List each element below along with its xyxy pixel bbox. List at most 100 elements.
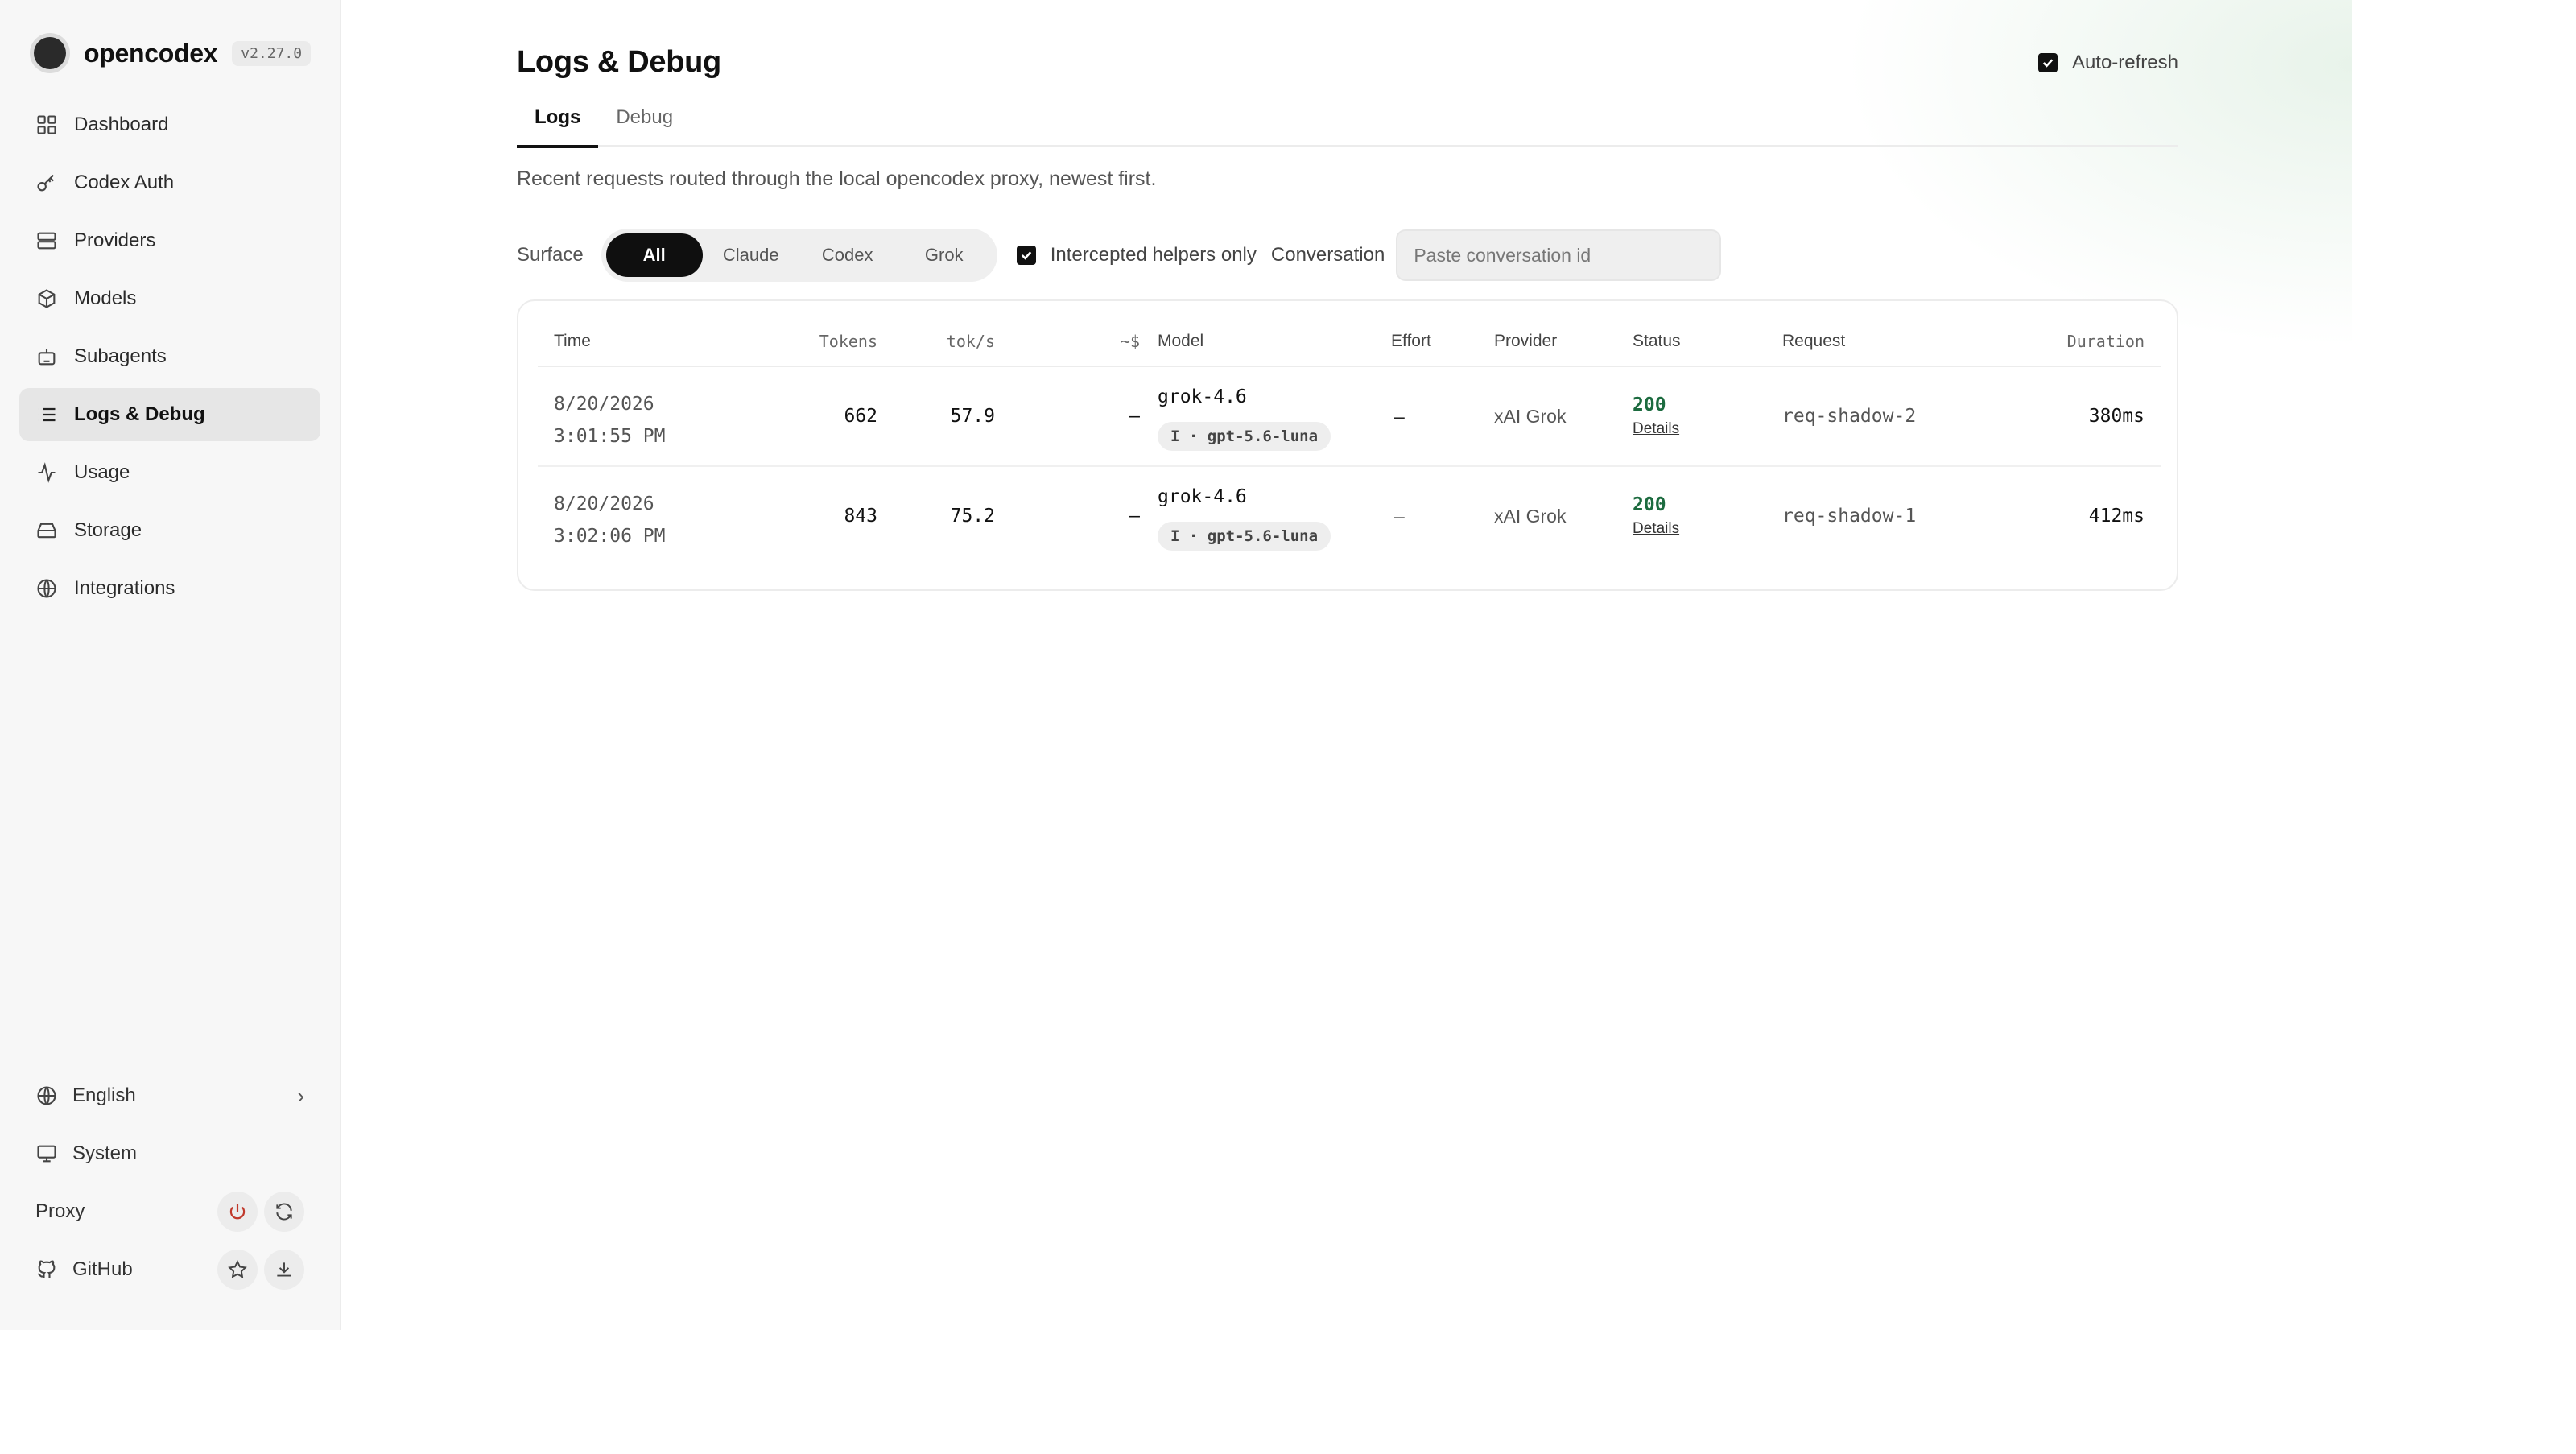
auto-refresh-toggle[interactable]: Auto-refresh [2037, 52, 2178, 74]
intercepted-helpers-label: Intercepted helpers only [1050, 244, 1257, 266]
column-header-provider: Provider [1494, 332, 1558, 350]
intercepted-helpers-checkbox[interactable] [1016, 246, 1036, 265]
filter-bar: Surface All Claude Codex Grok Intercepte… [517, 229, 1722, 282]
app-window: opencodex v2.27.0 Dashboard Codex Auth P… [0, 0, 2352, 1330]
download-button[interactable] [264, 1250, 304, 1290]
language-selector[interactable]: English › [19, 1069, 320, 1122]
cube-icon [35, 287, 58, 310]
sidebar-item-logs-debug[interactable]: Logs & Debug [19, 388, 320, 441]
effort-cell: – [1394, 406, 1405, 427]
bot-icon [35, 345, 58, 368]
time-date: 8/20/2026 [554, 494, 654, 514]
cost-cell: — [1129, 506, 1140, 527]
surface-option-claude[interactable]: Claude [703, 233, 799, 277]
surface-option-grok[interactable]: Grok [896, 233, 993, 277]
model-tag-badge: I · gpt-5.6-luna [1158, 522, 1331, 551]
activity-icon [35, 461, 58, 484]
globe-icon [35, 1084, 58, 1107]
brand-name: opencodex [84, 38, 218, 68]
table-header: Time Tokens tok/s ~$ Model Effort Provid… [538, 311, 2161, 367]
time-date: 8/20/2026 [554, 394, 654, 415]
sidebar-item-label: Models [74, 287, 137, 309]
model-tag-badge: I · gpt-5.6-luna [1158, 422, 1331, 451]
sidebar-item-models[interactable]: Models [19, 272, 320, 325]
sidebar-item-label: Codex Auth [74, 171, 175, 193]
check-icon [1021, 251, 1031, 260]
time-clock: 3:01:55 PM [554, 426, 666, 447]
main-content: Logs & Debug Auto-refresh Logs Debug Rec… [341, 0, 2352, 1330]
conversation-label: Conversation [1270, 244, 1385, 266]
refresh-icon [276, 1203, 292, 1221]
brand[interactable]: opencodex v2.27.0 [34, 35, 312, 71]
surface-segmented-control: All Claude Codex Grok [601, 229, 997, 282]
duration-cell: 412ms [2088, 506, 2145, 527]
monitor-icon [35, 1142, 58, 1165]
column-header-time: Time [554, 332, 591, 350]
status-code: 200 [1633, 394, 1666, 415]
sidebar-item-codex-auth[interactable]: Codex Auth [19, 156, 320, 209]
sidebar-item-providers[interactable]: Providers [19, 214, 320, 267]
conversation-id-input[interactable] [1396, 229, 1722, 281]
sidebar-item-label: Usage [74, 461, 130, 483]
tab-debug[interactable]: Debug [598, 100, 691, 147]
language-label: English [72, 1084, 136, 1106]
sidebar-item-subagents[interactable]: Subagents [19, 330, 320, 383]
storage-icon [35, 519, 58, 542]
column-header-request: Request [1782, 332, 1846, 350]
time-cell: 8/20/2026 3:01:55 PM [554, 388, 665, 452]
provider-cell: xAI Grok [1494, 406, 1567, 427]
proxy-restart-button[interactable] [264, 1192, 304, 1232]
details-link[interactable]: Details [1633, 420, 1679, 438]
surface-option-codex[interactable]: Codex [799, 233, 896, 277]
sidebar-item-storage[interactable]: Storage [19, 504, 320, 557]
request-id-cell: req-shadow-1 [1782, 506, 1917, 527]
sidebar-item-label: Dashboard [74, 114, 169, 135]
theme-selector[interactable]: System [19, 1127, 320, 1180]
tokens-cell: 843 [844, 506, 877, 527]
details-link[interactable]: Details [1633, 520, 1679, 538]
proxy-power-button[interactable] [217, 1192, 258, 1232]
theme-label: System [72, 1142, 138, 1164]
download-icon [277, 1262, 291, 1277]
sidebar-item-integrations[interactable]: Integrations [19, 562, 320, 615]
auto-refresh-checkbox[interactable] [2037, 53, 2058, 72]
sidebar-footer: English › System Proxy GitHub [19, 1069, 320, 1301]
model-cell: grok-4.6 [1158, 486, 1247, 507]
request-id-cell: req-shadow-2 [1782, 406, 1917, 427]
time-clock: 3:02:06 PM [554, 526, 666, 547]
auto-refresh-label: Auto-refresh [2071, 52, 2178, 73]
tok-s-cell: 57.9 [950, 406, 995, 427]
table-row[interactable]: 8/20/2026 3:01:55 PM 662 57.9 — grok-4.6… [538, 367, 2161, 467]
duration-cell: 380ms [2088, 406, 2145, 427]
page-title: Logs & Debug [517, 45, 721, 79]
provider-cell: xAI Grok [1494, 506, 1567, 527]
sidebar-nav: Dashboard Codex Auth Providers Models Su… [19, 98, 320, 620]
chevron-right-icon: › [297, 1083, 304, 1108]
github-icon [35, 1258, 58, 1281]
github-row[interactable]: GitHub [19, 1243, 320, 1296]
column-header-tokens: Tokens [819, 332, 877, 351]
sidebar-item-label: Subagents [74, 345, 167, 367]
effort-cell: – [1394, 506, 1405, 527]
table-row[interactable]: 8/20/2026 3:02:06 PM 843 75.2 — grok-4.6… [538, 467, 2161, 567]
power-icon [229, 1204, 246, 1220]
sidebar-item-usage[interactable]: Usage [19, 446, 320, 499]
tok-s-cell: 75.2 [950, 506, 995, 527]
intercepted-helpers-toggle[interactable]: Intercepted helpers only [1016, 244, 1257, 266]
tokens-cell: 662 [844, 406, 877, 427]
surface-label: Surface [517, 244, 584, 266]
column-header-status: Status [1633, 332, 1681, 350]
model-cell: grok-4.6 [1158, 386, 1247, 407]
proxy-label: Proxy [35, 1200, 85, 1222]
star-button[interactable] [217, 1250, 258, 1290]
column-header-tok-s: tok/s [946, 332, 995, 351]
page-description: Recent requests routed through the local… [517, 167, 1157, 190]
time-cell: 8/20/2026 3:02:06 PM [554, 488, 665, 552]
star-icon [228, 1260, 247, 1278]
surface-option-all[interactable]: All [605, 233, 703, 277]
check-icon [2042, 59, 2054, 68]
dashboard-icon [35, 114, 58, 136]
tab-logs[interactable]: Logs [517, 100, 599, 148]
sidebar-item-dashboard[interactable]: Dashboard [19, 98, 320, 151]
column-header-duration: Duration [2066, 332, 2145, 351]
